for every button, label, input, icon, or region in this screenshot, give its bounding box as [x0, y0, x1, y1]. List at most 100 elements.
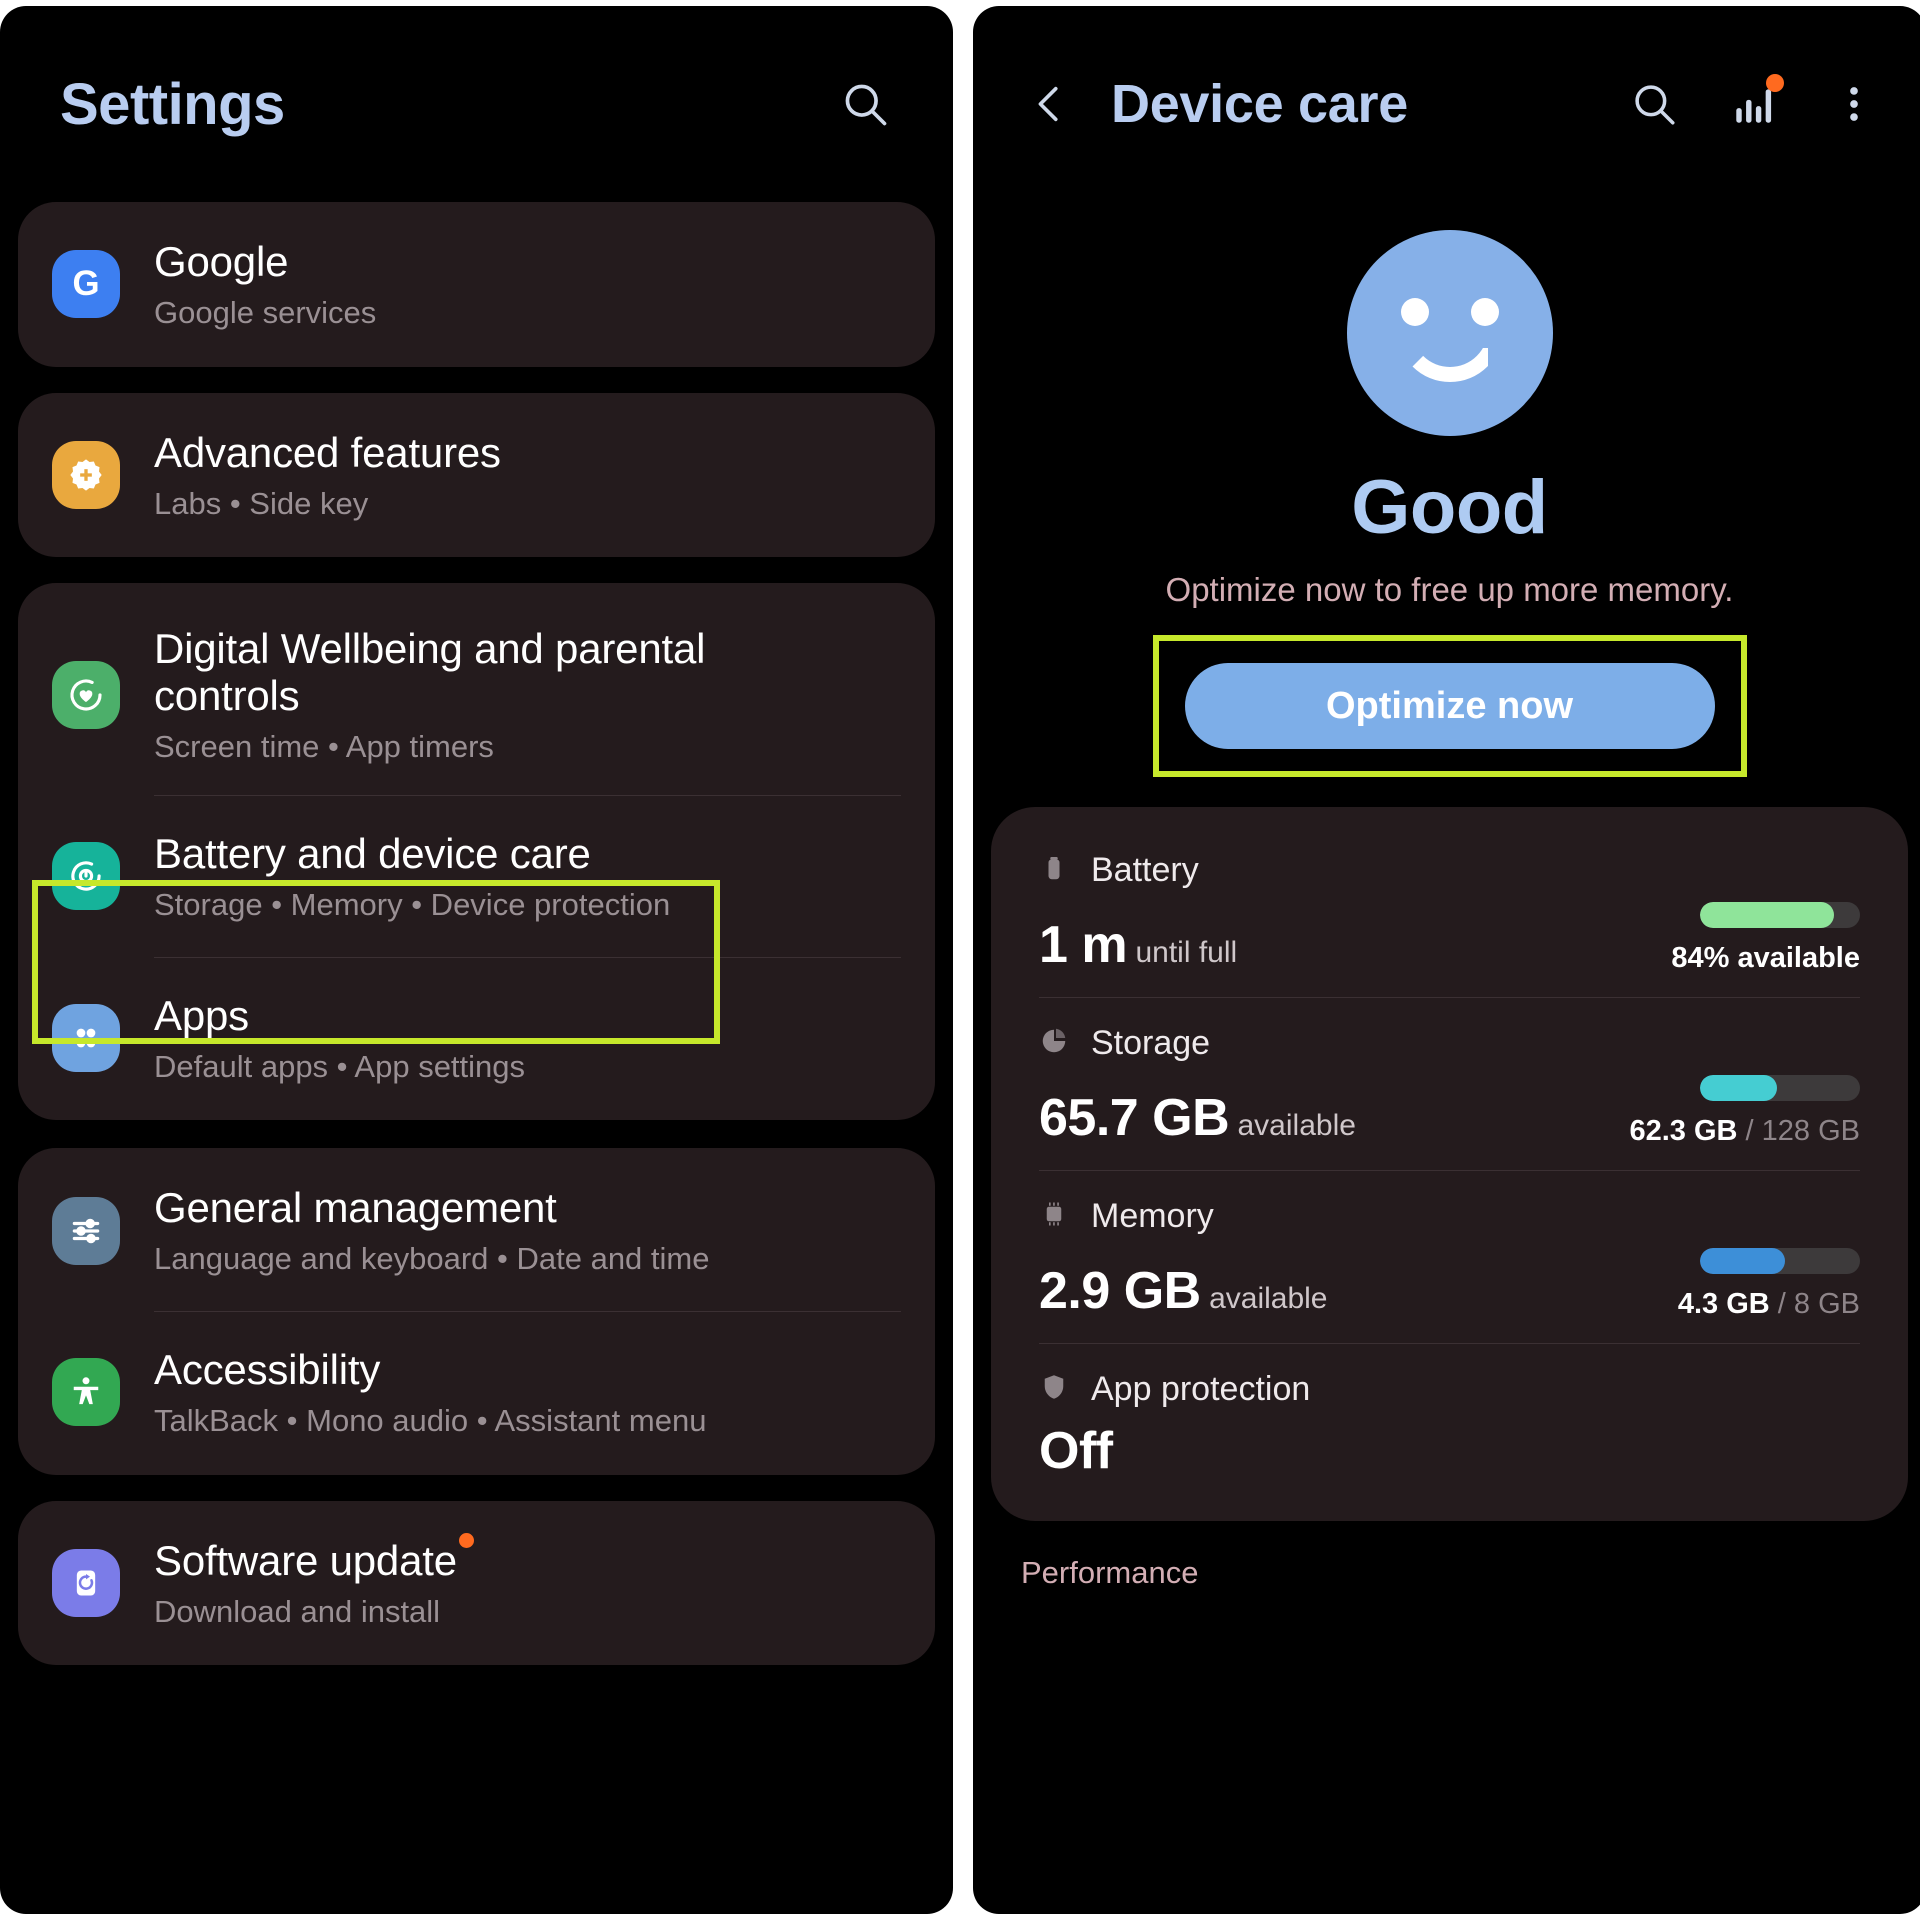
metric-value: Off: [1039, 1421, 1113, 1481]
memory-chip-icon: [1039, 1199, 1069, 1234]
settings-group: Digital Wellbeing and parental controls …: [18, 583, 935, 1121]
memory-progress-bar: [1700, 1248, 1860, 1274]
search-icon[interactable]: [829, 68, 901, 140]
row-title: Advanced features: [154, 428, 501, 476]
accessibility-person-icon: [52, 1358, 120, 1427]
metric-right: 62.3 GB / 128 GB: [1629, 1075, 1860, 1148]
metric-note-strong: 84% available: [1671, 942, 1860, 974]
bar-chart-icon[interactable]: [1722, 72, 1786, 136]
sidebar-item-google[interactable]: G Google Google services: [18, 204, 935, 365]
sidebar-item-general-management[interactable]: General management Language and keyboard…: [18, 1150, 935, 1311]
highlight-box-optimize-now: Optimize now: [1152, 635, 1747, 777]
update-badge-dot: [458, 1532, 474, 1548]
settings-list: G Google Google services Advanced featur…: [0, 202, 953, 1666]
device-metrics-card: Battery 1 m until full 84% available Sto…: [991, 807, 1908, 1521]
metric-note-strong: 62.3 GB: [1629, 1115, 1738, 1147]
metric-app-protection[interactable]: App protection Off: [991, 1344, 1908, 1495]
metric-note-rest: / 128 GB: [1737, 1115, 1860, 1147]
more-vertical-icon[interactable]: [1822, 72, 1886, 136]
row-title: General management: [154, 1184, 557, 1232]
row-text: Advanced features Labs • Side key: [154, 429, 501, 522]
row-subtitle: Default apps • App settings: [154, 1048, 526, 1084]
metric-battery[interactable]: Battery 1 m until full 84% available: [991, 825, 1908, 997]
status-word: Good: [1351, 465, 1548, 550]
sidebar-item-apps[interactable]: Apps Default apps • App settings: [18, 958, 935, 1119]
battery-progress-fill: [1700, 902, 1835, 928]
gear-plus-icon: [52, 441, 120, 509]
row-subtitle: Google services: [154, 295, 377, 331]
page-title: Settings: [60, 71, 285, 137]
sliders-icon: [52, 1196, 120, 1265]
row-subtitle: TalkBack • Mono audio • Assistant menu: [154, 1403, 707, 1439]
storage-progress-fill: [1700, 1075, 1777, 1101]
battery-icon: [1039, 853, 1069, 888]
screenshot-stage: Settings G Google Google services Advanc…: [0, 0, 1920, 1920]
metric-body: Off: [1039, 1421, 1860, 1481]
battery-progress-bar: [1700, 902, 1860, 928]
sidebar-item-battery-and-device-care[interactable]: Battery and device care Storage • Memory…: [18, 796, 935, 957]
sidebar-item-digital-wellbeing[interactable]: Digital Wellbeing and parental controls …: [18, 585, 935, 795]
optimize-section: Optimize now: [973, 635, 1920, 777]
storage-progress-bar: [1700, 1075, 1860, 1101]
metric-head: Memory: [1039, 1197, 1860, 1236]
metric-memory[interactable]: Memory 2.9 GB available 4.3 GB / 8 GB: [991, 1171, 1908, 1343]
row-title: Battery and device care: [154, 830, 591, 878]
chart-notification-badge: [1766, 74, 1784, 92]
metric-right: 4.3 GB / 8 GB: [1678, 1248, 1860, 1321]
metric-value-number: 1 m: [1039, 916, 1128, 974]
settings-group: Advanced features Labs • Side key: [18, 392, 935, 558]
metric-value-number: 65.7 GB: [1039, 1089, 1230, 1147]
smiley-mouth: [1396, 326, 1503, 382]
metric-body: 65.7 GB available 62.3 GB / 128 GB: [1039, 1075, 1860, 1148]
status-subtitle: Optimize now to free up more memory.: [1165, 571, 1734, 608]
settings-header: Settings: [0, 6, 953, 202]
metric-value-suffix: available: [1237, 1109, 1356, 1142]
sidebar-item-accessibility[interactable]: Accessibility TalkBack • Mono audio • As…: [18, 1312, 935, 1473]
svg-text:G: G: [72, 264, 99, 303]
shield-icon: [1039, 1372, 1069, 1407]
device-care-icon: [52, 842, 120, 911]
chevron-left-icon[interactable]: [1013, 67, 1087, 141]
metric-label: Battery: [1091, 851, 1199, 889]
row-title: Software update: [154, 1532, 474, 1584]
sidebar-item-software-update[interactable]: Software update Download and install: [18, 1503, 935, 1664]
search-icon[interactable]: [1622, 72, 1686, 136]
metric-body: 2.9 GB available 4.3 GB / 8 GB: [1039, 1248, 1860, 1321]
row-subtitle: Screen time • App timers: [154, 729, 494, 765]
device-status: Good Optimize now to free up more memory…: [973, 202, 1920, 609]
metric-note: 84% available: [1671, 942, 1860, 975]
metric-value: 65.7 GB available: [1039, 1088, 1356, 1148]
metric-value-suffix: available: [1209, 1282, 1328, 1315]
metric-right: 84% available: [1671, 902, 1860, 975]
metric-head: App protection: [1039, 1370, 1860, 1409]
smiley-eye-left: [1400, 298, 1429, 326]
device-care-header: Device care: [973, 6, 1920, 202]
metric-value-suffix: until full: [1135, 936, 1238, 969]
metric-value: 2.9 GB available: [1039, 1261, 1328, 1321]
sidebar-item-advanced-features[interactable]: Advanced features Labs • Side key: [18, 395, 935, 556]
performance-section-heading: Performance: [1021, 1555, 1199, 1590]
metric-label: Storage: [1091, 1024, 1211, 1062]
row-text: Digital Wellbeing and parental controls …: [154, 625, 764, 765]
metric-storage[interactable]: Storage 65.7 GB available 62.3 GB / 128 …: [991, 998, 1908, 1170]
device-care-screen: Device care Good Optimize now to free up…: [973, 6, 1920, 1914]
metric-head: Storage: [1039, 1024, 1860, 1063]
metric-label: Memory: [1091, 1197, 1214, 1235]
settings-group: G Google Google services: [18, 202, 935, 367]
smiley-eye-right: [1470, 298, 1499, 326]
metric-note-rest: / 8 GB: [1769, 1288, 1860, 1320]
metric-body: 1 m until full 84% available: [1039, 902, 1860, 975]
smiley-face-icon: [1346, 230, 1553, 436]
row-subtitle: Download and install: [154, 1593, 441, 1629]
row-subtitle: Storage • Memory • Device protection: [154, 887, 671, 923]
row-text: Google Google services: [154, 238, 376, 331]
row-title-text: Software update: [154, 1536, 457, 1584]
metric-note: 62.3 GB / 128 GB: [1629, 1115, 1860, 1148]
row-text: Software update Download and install: [154, 1532, 474, 1630]
row-subtitle: Language and keyboard • Date and time: [154, 1241, 710, 1277]
row-text: Apps Default apps • App settings: [154, 992, 525, 1085]
optimize-now-button[interactable]: Optimize now: [1184, 663, 1715, 749]
row-text: Accessibility TalkBack • Mono audio • As…: [154, 1346, 706, 1439]
metric-note: 4.3 GB / 8 GB: [1678, 1288, 1860, 1321]
storage-pie-icon: [1039, 1026, 1069, 1061]
